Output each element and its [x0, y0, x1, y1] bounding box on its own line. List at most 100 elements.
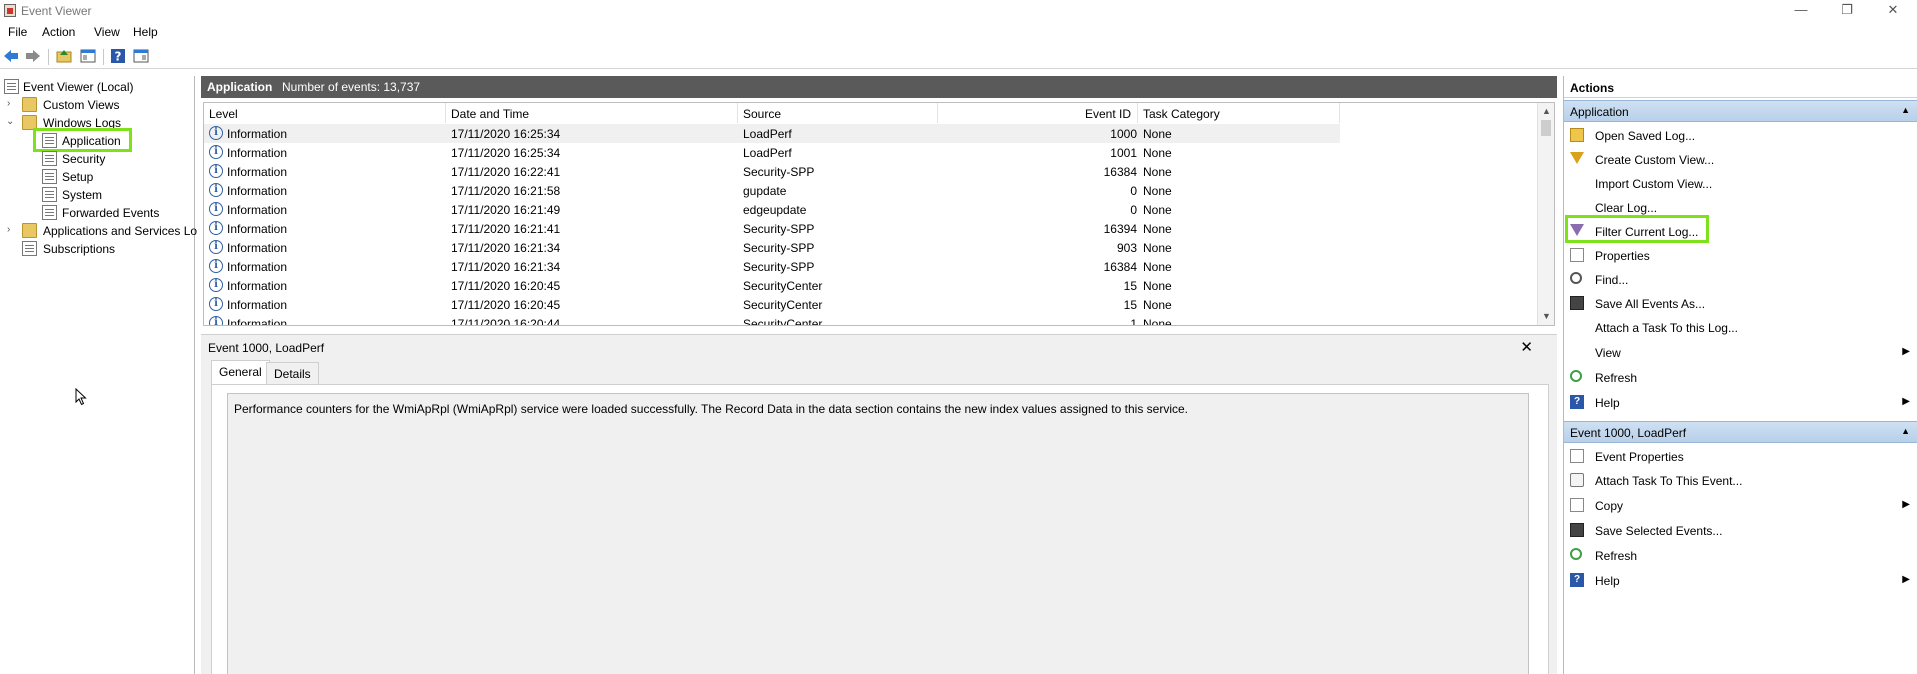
table-row[interactable]: i Information 17/11/2020 16:22:41 Securi…	[204, 162, 1340, 181]
table-row[interactable]: i Information 17/11/2020 16:21:41 Securi…	[204, 219, 1340, 238]
restore-button[interactable]: ❐	[1824, 0, 1870, 22]
action-import-custom-view[interactable]: Import Custom View...	[1564, 172, 1917, 194]
tab-details[interactable]: Details	[266, 362, 319, 384]
action-event-properties[interactable]: Event Properties	[1564, 445, 1917, 467]
event-description-box[interactable]: Performance counters for the WmiApRpl (W…	[227, 393, 1529, 674]
scroll-down-icon[interactable]: ▼	[1542, 311, 1551, 321]
up-folder-icon[interactable]	[56, 48, 72, 64]
cell-source: Security-SPP	[743, 222, 815, 236]
actions-section-application[interactable]: Application ▲	[1564, 100, 1917, 122]
action-help-event[interactable]: ? Help ▶	[1564, 569, 1917, 591]
actions-title: Actions	[1564, 76, 1917, 98]
help-icon[interactable]: ?	[110, 48, 126, 64]
table-row[interactable]: i Information 17/11/2020 16:20:44 Securi…	[204, 314, 1340, 326]
title-bar: Event Viewer — ❐ ✕	[0, 0, 1917, 22]
action-save-all-events[interactable]: Save All Events As...	[1564, 292, 1917, 314]
scrollbar-thumb[interactable]	[1541, 120, 1551, 136]
window-title: Event Viewer	[21, 4, 92, 18]
cell-task-category: None	[1143, 317, 1172, 326]
table-row[interactable]: i Information 17/11/2020 16:25:34 LoadPe…	[204, 124, 1340, 143]
cell-event-id: 903	[1116, 241, 1137, 255]
information-icon: i	[209, 259, 223, 273]
cell-task-category: None	[1143, 165, 1172, 179]
column-header-source[interactable]: Source	[738, 103, 938, 123]
general-tab-panel: Performance counters for the WmiApRpl (W…	[211, 384, 1549, 674]
table-row[interactable]: i Information 17/11/2020 16:20:45 Securi…	[204, 295, 1340, 314]
action-save-selected-events[interactable]: Save Selected Events...	[1564, 519, 1917, 541]
cell-date: 17/11/2020 16:20:45	[451, 298, 561, 312]
cell-task-category: None	[1143, 279, 1172, 293]
cell-source: LoadPerf	[743, 127, 792, 141]
cell-event-id: 1001	[1110, 146, 1137, 160]
cell-task-category: None	[1143, 127, 1172, 141]
information-icon: i	[209, 297, 223, 311]
log-icon	[42, 205, 57, 220]
cell-source: SecurityCenter	[743, 298, 823, 312]
table-row[interactable]: i Information 17/11/2020 16:20:45 Securi…	[204, 276, 1340, 295]
action-find[interactable]: Find...	[1564, 268, 1917, 290]
action-label: Create Custom View...	[1595, 153, 1715, 167]
collapse-arrow-icon[interactable]: ⌄	[6, 116, 16, 127]
menu-view[interactable]: View	[94, 25, 120, 39]
action-view[interactable]: View ▶	[1564, 341, 1917, 363]
table-row[interactable]: i Information 17/11/2020 16:21:34 Securi…	[204, 238, 1340, 257]
scroll-up-icon[interactable]: ▲	[1542, 106, 1551, 116]
save-icon	[1570, 523, 1584, 537]
show-hide-action-pane-icon[interactable]	[133, 48, 149, 64]
binoculars-icon	[1570, 272, 1582, 284]
expand-arrow-icon[interactable]: ›	[7, 98, 17, 109]
information-icon: i	[209, 202, 223, 216]
action-attach-task-to-event[interactable]: Attach Task To This Event...	[1564, 469, 1917, 491]
menu-file[interactable]: File	[8, 25, 27, 39]
tab-general[interactable]: General	[211, 360, 270, 385]
show-hide-tree-icon[interactable]	[80, 48, 96, 64]
cell-level: Information	[227, 222, 288, 236]
expand-arrow-icon[interactable]: ›	[7, 224, 17, 235]
information-icon: i	[209, 316, 223, 325]
event-viewer-icon	[4, 79, 19, 94]
collapse-caret-icon[interactable]: ▲	[1901, 426, 1910, 436]
actions-section-event[interactable]: Event 1000, LoadPerf ▲	[1564, 421, 1917, 443]
action-copy[interactable]: Copy ▶	[1564, 494, 1917, 516]
action-filter-current-log[interactable]: Filter Current Log...	[1564, 220, 1917, 242]
information-icon: i	[209, 221, 223, 235]
action-refresh-event[interactable]: Refresh	[1564, 544, 1917, 566]
collapse-caret-icon[interactable]: ▲	[1901, 105, 1910, 115]
section-label: Application	[1570, 105, 1629, 119]
actions-pane: Actions Application ▲ Open Saved Log... …	[1563, 76, 1917, 674]
close-detail-icon[interactable]: ✕	[1520, 338, 1533, 356]
cell-task-category: None	[1143, 298, 1172, 312]
cell-source: gupdate	[743, 184, 787, 198]
close-button[interactable]: ✕	[1870, 0, 1916, 22]
menu-help[interactable]: Help	[133, 25, 158, 39]
table-row[interactable]: i Information 17/11/2020 16:21:34 Securi…	[204, 257, 1340, 276]
action-label: Attach Task To This Event...	[1595, 474, 1743, 488]
table-row[interactable]: i Information 17/11/2020 16:21:58 gupdat…	[204, 181, 1340, 200]
action-help[interactable]: ? Help ▶	[1564, 391, 1917, 413]
action-properties[interactable]: Properties	[1564, 244, 1917, 266]
action-open-saved-log[interactable]: Open Saved Log...	[1564, 124, 1917, 146]
back-icon[interactable]	[3, 48, 19, 64]
column-header-date-time[interactable]: Date and Time	[446, 103, 738, 123]
table-row[interactable]: i Information 17/11/2020 16:21:49 edgeup…	[204, 200, 1340, 219]
cell-date: 17/11/2020 16:21:34	[451, 241, 561, 255]
events-table: Level Date and Time Source Event ID Task…	[203, 102, 1555, 326]
forward-icon[interactable]	[25, 48, 41, 64]
action-refresh[interactable]: Refresh	[1564, 366, 1917, 388]
column-header-event-id[interactable]: Event ID	[938, 103, 1138, 123]
column-header-level[interactable]: Level	[204, 103, 446, 123]
action-label: Filter Current Log...	[1595, 225, 1699, 239]
minimize-button[interactable]: —	[1778, 0, 1824, 22]
menu-action[interactable]: Action	[42, 25, 75, 39]
action-attach-task-to-log[interactable]: Attach a Task To this Log...	[1564, 316, 1917, 338]
section-label: Event 1000, LoadPerf	[1570, 426, 1687, 440]
column-header-task-category[interactable]: Task Category	[1138, 103, 1340, 123]
action-create-custom-view[interactable]: Create Custom View...	[1564, 148, 1917, 170]
action-label: Help	[1595, 396, 1620, 410]
cell-event-id: 1	[1130, 317, 1137, 326]
table-row[interactable]: i Information 17/11/2020 16:25:34 LoadPe…	[204, 143, 1340, 162]
task-icon	[1570, 473, 1584, 487]
information-icon: i	[209, 183, 223, 197]
events-scrollbar[interactable]: ▲ ▼	[1537, 103, 1554, 325]
filter-icon	[1570, 152, 1584, 164]
